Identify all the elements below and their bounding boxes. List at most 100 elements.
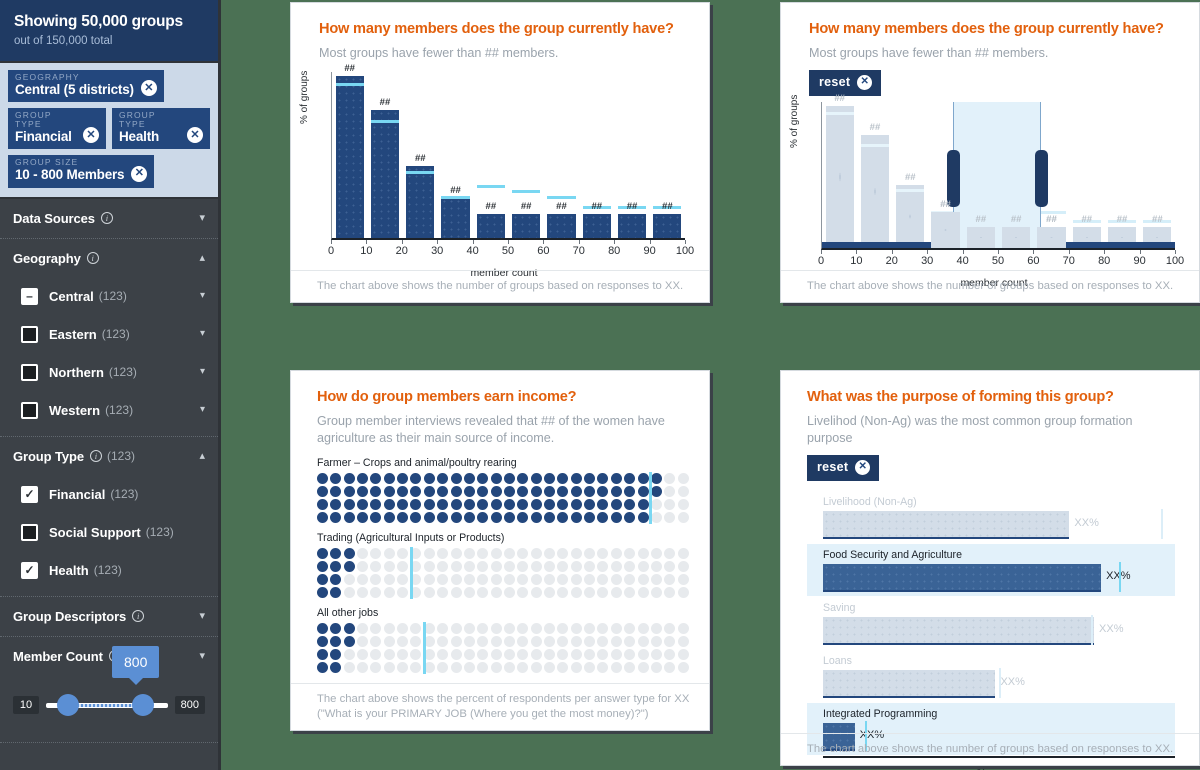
brush-handle-right[interactable]	[1034, 149, 1048, 207]
chevron-up-icon[interactable]: ▴	[199, 252, 205, 264]
purpose-bar-row[interactable]: Livelihood (Non-Ag) XX%	[807, 491, 1175, 543]
histogram-bar[interactable]: ##	[547, 201, 576, 238]
dot-marker	[370, 661, 382, 673]
histogram-bar[interactable]: ##	[617, 201, 647, 238]
checkbox-option-central[interactable]: – Central (123) ▾	[13, 278, 205, 316]
histogram-bar[interactable]: ##	[653, 201, 682, 238]
reset-button[interactable]: reset ✕	[807, 454, 880, 481]
histogram-bar[interactable]: ##	[896, 172, 925, 248]
histogram-bar-selected[interactable]: ##	[1002, 214, 1031, 248]
histogram-bar[interactable]: ##	[441, 185, 470, 238]
chevron-up-icon[interactable]: ▴	[199, 450, 205, 462]
checkbox-option-health[interactable]: ✓ Health (123)	[13, 552, 205, 590]
dot-marker	[584, 635, 596, 647]
histogram-bar-selected[interactable]: ##	[931, 199, 960, 248]
dot-matrix-grid[interactable]	[317, 621, 689, 674]
histogram-bar[interactable]: ##	[370, 97, 400, 238]
checkbox-option-financial[interactable]: ✓ Financial (123)	[13, 476, 205, 514]
dot-marker	[343, 648, 355, 660]
chevron-down-icon[interactable]: ▾	[200, 329, 205, 339]
checkbox-option-western[interactable]: Western (123) ▾	[13, 392, 205, 430]
histogram-bar[interactable]: ##	[476, 201, 505, 238]
histogram-bar[interactable]: ##	[406, 153, 435, 238]
dot-marker	[343, 547, 355, 559]
dot-marker	[437, 635, 449, 647]
dot-marker	[330, 560, 342, 572]
histogram-bar[interactable]: ##	[512, 201, 541, 238]
histogram-bar-selected[interactable]: ##	[966, 214, 995, 248]
dot-marker	[570, 573, 582, 585]
histogram-bar[interactable]: ##	[335, 63, 364, 238]
slider-handle-low[interactable]	[56, 693, 79, 716]
chevron-down-icon[interactable]: ▾	[200, 291, 205, 301]
filter-chip-group-type-financial[interactable]: GROUP TYPE Financial ✕	[8, 108, 106, 150]
filter-chip-group-type-health[interactable]: GROUP TYPE Health ✕	[112, 108, 210, 150]
filter-chip-group-size[interactable]: GROUP SIZE 10 - 800 Members ✕	[8, 155, 155, 188]
dot-marker	[423, 485, 435, 497]
chevron-down-icon[interactable]: ▾	[200, 367, 205, 377]
purpose-bar[interactable]	[823, 669, 996, 696]
histogram-plot-area[interactable]: ## ## ## ## ## ## ## ## ## ##	[331, 63, 685, 240]
facet-header-member-count[interactable]: Member Count i ▾	[0, 637, 218, 668]
facet-header-group-type[interactable]: Group Type i (123) ▴	[0, 437, 218, 476]
checkbox-checked-icon[interactable]: ✓	[21, 561, 38, 579]
close-icon[interactable]: ✕	[131, 165, 148, 182]
info-icon[interactable]: i	[100, 212, 113, 225]
filter-chip-geography[interactable]: GEOGRAPHY Central (5 districts) ✕	[8, 70, 164, 103]
info-icon[interactable]: i	[89, 450, 102, 463]
close-icon[interactable]: ✕	[857, 74, 873, 90]
dot-marker	[664, 560, 676, 572]
dot-marker	[637, 635, 649, 647]
chevron-down-icon[interactable]: ▾	[199, 610, 205, 622]
slider-min-value[interactable]: 10	[13, 695, 39, 714]
purpose-bar-row[interactable]: Food Security and AgricultureXX%	[807, 543, 1175, 596]
close-icon[interactable]: ✕	[140, 80, 157, 97]
checkbox-icon[interactable]	[21, 363, 38, 381]
slider-track[interactable]	[46, 693, 168, 716]
dot-marker	[503, 661, 515, 673]
histogram-bar[interactable]: ##	[582, 201, 611, 238]
purpose-bar-row[interactable]: Saving XX%	[807, 597, 1175, 649]
chevron-down-icon[interactable]: ▾	[199, 650, 205, 662]
histogram-bar-selected[interactable]: ##	[1037, 214, 1066, 248]
facet-header-group-descriptors[interactable]: Group Descriptors i ▾	[0, 597, 218, 636]
histogram-plot-area[interactable]: ############################	[821, 93, 1175, 250]
purpose-bar[interactable]	[823, 616, 1095, 643]
axis-tick-label: 10	[360, 244, 373, 257]
purpose-bar[interactable]	[823, 510, 1070, 537]
member-count-range-slider[interactable]: 800 10 800	[0, 645, 218, 742]
slider-max-value[interactable]: 800	[174, 695, 205, 714]
reset-button[interactable]: reset ✕	[809, 69, 882, 96]
dot-matrix-grid[interactable]	[317, 546, 689, 599]
checkbox-icon[interactable]	[21, 325, 38, 343]
checkbox-indeterminate-icon[interactable]: –	[21, 287, 38, 305]
checkbox-option-eastern[interactable]: Eastern (123) ▾	[13, 316, 205, 354]
checkbox-icon[interactable]	[21, 401, 38, 419]
close-icon[interactable]: ✕	[83, 127, 99, 144]
purpose-bar[interactable]	[823, 563, 1102, 590]
close-icon[interactable]: ✕	[187, 127, 203, 144]
histogram-bar[interactable]: ##	[825, 93, 854, 248]
info-icon[interactable]: i	[86, 252, 99, 265]
close-icon[interactable]: ✕	[855, 459, 871, 475]
facet-header-geography[interactable]: Geography i ▴	[0, 239, 218, 278]
checkbox-option-social-support[interactable]: Social Support (123)	[13, 514, 205, 552]
brush-handle-left[interactable]	[946, 149, 960, 207]
purpose-bar-reference-marker	[999, 667, 1001, 698]
chevron-down-icon[interactable]: ▾	[200, 405, 205, 415]
facet-header-data-sources[interactable]: Data Sources i ▾	[0, 199, 218, 238]
slider-handle-high[interactable]	[132, 693, 155, 716]
checkbox-option-northern[interactable]: Northern (123) ▾	[13, 354, 205, 392]
dot-marker	[544, 635, 556, 647]
purpose-bar-row[interactable]: Loans XX%	[807, 650, 1175, 702]
checkbox-checked-icon[interactable]: ✓	[21, 485, 38, 503]
dot-matrix-grid[interactable]	[317, 471, 689, 524]
dot-marker	[597, 498, 609, 510]
histogram-bar[interactable]: ##	[860, 122, 890, 248]
checkbox-icon[interactable]	[21, 523, 38, 541]
info-icon[interactable]: i	[132, 610, 145, 623]
dot-marker	[423, 498, 435, 510]
chevron-down-icon[interactable]: ▾	[199, 212, 205, 224]
brush-selection[interactable]	[952, 101, 1041, 248]
dot-marker	[477, 661, 489, 673]
